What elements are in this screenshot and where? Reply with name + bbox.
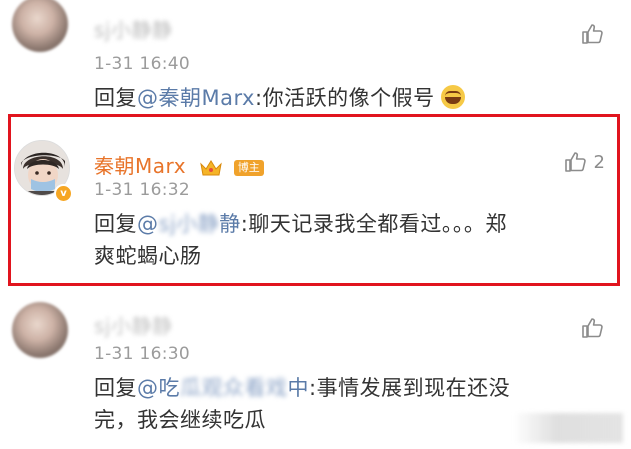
reply-prefix: 回复 xyxy=(94,376,137,400)
comment-time: 1-31 16:40 xyxy=(94,54,190,74)
mention-end: 中 xyxy=(287,376,309,400)
thumbs-up-icon xyxy=(582,318,603,338)
comment-time: 1-31 16:30 xyxy=(94,344,190,364)
like-button[interactable] xyxy=(581,316,605,340)
comment-text: :你活跃的像个假号 xyxy=(255,86,435,110)
mention-start: @吃 xyxy=(137,376,180,400)
watermark-blur xyxy=(513,413,623,443)
avatar[interactable] xyxy=(12,0,68,52)
mention-link[interactable]: @秦朝Marx xyxy=(137,86,255,110)
avatar[interactable] xyxy=(12,302,68,358)
comment-1: sj小静静 1-31 16:40 回复@秦朝Marx:你活跃的像个假号 xyxy=(0,0,631,114)
reply-prefix: 回复 xyxy=(94,86,137,110)
highlight-box xyxy=(8,114,620,286)
mention-link[interactable]: @吃瓜观众看戏中 xyxy=(137,376,309,400)
like-button[interactable] xyxy=(581,22,605,46)
comment-body: 回复@秦朝Marx:你活跃的像个假号 xyxy=(94,82,614,114)
comment-line-1: 回复@吃瓜观众看戏中:事情发展到现在还没 xyxy=(94,372,614,404)
thumbs-up-icon xyxy=(582,24,603,44)
comment-text: :事情发展到现在还没 xyxy=(309,376,511,400)
mention-blurred: 瓜观众看戏 xyxy=(180,376,288,400)
commenter-name[interactable]: sj小静静 xyxy=(94,310,172,339)
laughing-crying-emoji-icon xyxy=(440,85,465,109)
commenter-name[interactable]: sj小静静 xyxy=(94,14,172,43)
